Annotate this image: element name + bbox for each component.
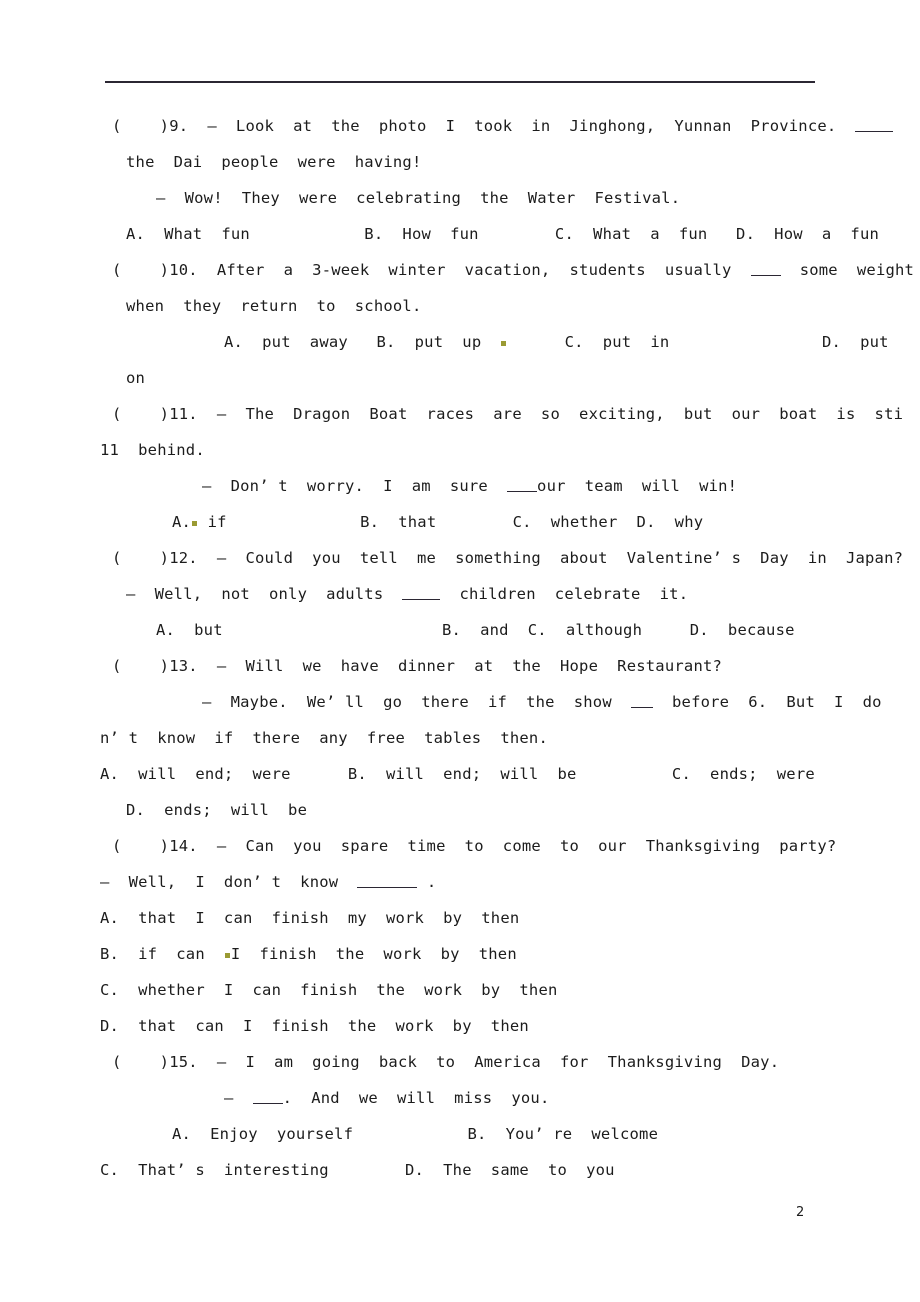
answer-blank [357, 887, 418, 888]
question-13-options-line-2: D. ends; will be [126, 801, 308, 819]
question-11-options: A. if B. that C. whether D. why [112, 504, 818, 540]
question-13-reply-text-a: — Maybe. We’ ll go there if the show [202, 693, 631, 711]
question-10-options-line-1: A. put away B. put up C. put in D. put [112, 324, 889, 360]
question-9-stem-text-1: ( )9. — Look at the photo I took in Jing… [112, 117, 856, 135]
question-11-reply-line: — Don’ t worry. I am sure our team will … [112, 468, 818, 504]
answer-blank [855, 131, 894, 132]
question-9-options: A. What fun B. How fun C. What a fun D. … [126, 225, 880, 243]
question-14-option-b-text-a: B. if can [100, 945, 224, 963]
question-14-reply-line: — Well, I don’ t know . [100, 864, 818, 900]
question-12-reply-line: — Well, not only adults children celebra… [112, 576, 818, 612]
editing-mark-icon [192, 521, 198, 526]
exam-worksheet-page: ( )9. — Look at the photo I took in Jing… [0, 0, 920, 1302]
question-10-options-text-b: C. put in D. put [507, 333, 889, 351]
question-12-reply-text-a: — Well, not only adults [126, 585, 403, 603]
answer-blank [507, 491, 538, 492]
question-10-stem-line-1: ( )10. After a 3-week winter vacation, s… [112, 252, 914, 288]
editing-mark-icon [501, 341, 507, 346]
question-15-reply-text-a: — [224, 1089, 253, 1107]
question-9-stem-line-1: ( )9. — Look at the photo I took in Jing… [112, 108, 894, 144]
question-12-reply-text-b: children celebrate it. [440, 585, 689, 603]
question-15-options-line-2: C. That’ s interesting D. The same to yo… [100, 1161, 615, 1179]
question-14-reply-text-a: — Well, I don’ t know [100, 873, 358, 891]
answer-blank [630, 707, 653, 708]
question-15-reply-line: — . And we will miss you. [112, 1080, 818, 1116]
answer-blank [402, 599, 441, 600]
question-10-options-line-2: on [126, 369, 146, 387]
question-13-reply-line-2: n’ t know if there any free tables then. [100, 729, 548, 747]
question-10-options-text-a: A. put away B. put up [224, 333, 501, 351]
question-15-stem: ( )15. — I am going back to America for … [112, 1053, 780, 1071]
question-15-reply-text-b: . And we will miss you. [282, 1089, 550, 1107]
question-10-stem-text-b: some weight [780, 261, 915, 279]
question-15-options-line-1: A. Enjoy yourself B. You’ re welcome [172, 1125, 659, 1143]
page-number: 2 [796, 1205, 805, 1220]
question-13-stem: ( )13. — Will we have dinner at the Hope… [112, 657, 723, 675]
question-11-reply-text-a: — Don’ t worry. I am sure [202, 477, 508, 495]
question-11-stem-line-1: ( )11. — The Dragon Boat races are so ex… [112, 405, 904, 423]
question-14-option-d: D. that can I finish the work by then [100, 1017, 529, 1035]
question-14-option-c: C. whether I can finish the work by then [100, 981, 558, 999]
question-11-options-text-b: if B. that C. whether D. why [198, 513, 704, 531]
question-body: ( )9. — Look at the photo I took in Jing… [100, 108, 914, 1188]
header-separator-rule [105, 81, 815, 83]
question-11-stem-line-2: 11 behind. [100, 441, 205, 459]
answer-blank [252, 1103, 283, 1104]
answer-blank [750, 275, 781, 276]
question-9-stem-line-2: the Dai people were having! [126, 153, 422, 171]
question-13-reply-text-b: before 6. But I do [652, 693, 882, 711]
question-13-options-line-1: A. will end; were B. will end; will be C… [100, 765, 815, 783]
question-10-stem-text-a: ( )10. After a 3-week winter vacation, s… [112, 261, 751, 279]
question-9-reply-line: — Wow! They were celebrating the Water F… [156, 189, 681, 207]
question-14-option-a: A. that I can finish my work by then [100, 909, 520, 927]
question-12-options: A. but B. and C. although D. because [156, 621, 795, 639]
question-14-stem: ( )14. — Can you spare time to come to o… [112, 837, 837, 855]
question-13-reply-line-1: — Maybe. We’ ll go there if the show bef… [112, 684, 882, 720]
question-14-option-b: B. if can I finish the work by then [100, 936, 818, 972]
question-11-reply-text-b: our team will win! [537, 477, 738, 495]
editing-mark-icon [224, 953, 230, 958]
question-14-option-b-text-b: I finish the work by then [230, 945, 517, 963]
question-12-stem: ( )12. — Could you tell me something abo… [112, 549, 904, 567]
question-10-stem-line-2: when they return to school. [126, 297, 422, 315]
question-14-reply-text-b: . [417, 873, 437, 891]
question-11-options-text-a: A. [172, 513, 192, 531]
